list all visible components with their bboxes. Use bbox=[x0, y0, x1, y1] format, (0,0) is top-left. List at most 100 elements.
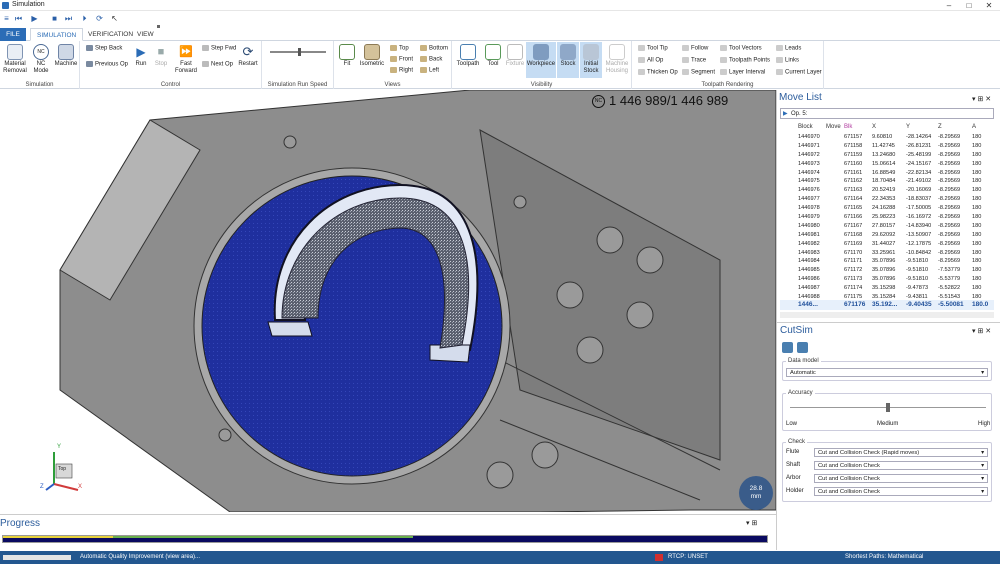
layer-interval-button[interactable]: Layer Interval bbox=[720, 69, 765, 77]
column-header[interactable]: Block bbox=[798, 124, 813, 130]
restart-button[interactable]: ⟳ Restart bbox=[236, 44, 260, 68]
move-list-pin-icon[interactable]: ▾ ⊞ ✕ bbox=[972, 95, 991, 103]
table-row[interactable]: 1446981 671168 29.62092 -13.50907 -8.29569 18… bbox=[780, 231, 994, 240]
menu-icon[interactable]: ≡ bbox=[1, 13, 12, 24]
table-row[interactable]: 1446970 671157 9.60810 -28.14264 -8.29569 180 bbox=[780, 133, 994, 142]
check-dropdown[interactable]: Cut and Collision Check (Rapid moves) ▾ bbox=[814, 448, 988, 457]
segment-button[interactable]: Segment bbox=[682, 69, 715, 77]
pointer-icon[interactable]: ↖ bbox=[109, 13, 120, 24]
move-list-current-row[interactable]: 1446... 671176 35.192... -9.40435 -5.50081 18… bbox=[780, 300, 994, 310]
fast-forward-button[interactable]: ⏩ Fast Forward bbox=[172, 44, 200, 75]
panel-pin-icon[interactable]: ▾ ⊞ bbox=[746, 519, 757, 527]
next-op-button[interactable]: Next Op bbox=[202, 61, 233, 69]
tool-button[interactable]: Tool bbox=[483, 44, 503, 68]
table-row[interactable]: 1446986 671173 35.07896 -9.51810 -5.53779 180 bbox=[780, 275, 994, 284]
maximize-button[interactable]: □ bbox=[960, 0, 978, 11]
links-button[interactable]: Links bbox=[776, 57, 799, 65]
column-header[interactable]: X bbox=[872, 124, 876, 130]
leads-icon bbox=[776, 45, 783, 51]
toolpath-button[interactable]: Toolpath bbox=[454, 44, 482, 68]
load-settings-icon[interactable] bbox=[797, 342, 808, 353]
run-speed-thumb[interactable] bbox=[298, 48, 301, 56]
stock-button[interactable]: Stock bbox=[557, 42, 579, 78]
leads-button[interactable]: Leads bbox=[776, 45, 801, 53]
workpiece-button[interactable]: Workpiece bbox=[526, 42, 556, 78]
table-row[interactable]: 1446984 671171 35.07896 -9.51810 -8.29569 180 bbox=[780, 257, 994, 266]
table-row[interactable]: 1446982 671169 31.44027 -12.17875 -8.29569 18… bbox=[780, 240, 994, 249]
trace-button[interactable]: Trace bbox=[682, 57, 706, 65]
table-row[interactable]: 1446980 671167 27.80157 -14.83940 -8.29569 18… bbox=[780, 222, 994, 231]
table-row[interactable]: 1446974 671161 16.88549 -22.82134 -8.29569 18… bbox=[780, 169, 994, 178]
thicken-op-button[interactable]: Thicken Op bbox=[638, 69, 678, 77]
step-fwd-button[interactable]: Step Fwd bbox=[202, 45, 236, 53]
current-layer-button[interactable]: Current Layer bbox=[776, 69, 822, 77]
column-header[interactable]: Blk bbox=[844, 124, 852, 130]
move-list-rows[interactable]: 1446970 671157 9.60810 -28.14264 -8.29569 180… bbox=[780, 133, 994, 305]
table-row[interactable]: 1446973 671160 15.06614 -24.15167 -8.29569 18… bbox=[780, 160, 994, 169]
data-model-dropdown[interactable]: Automatic ▾ bbox=[786, 368, 988, 377]
operation-selector[interactable]: ▶ Op. 5: bbox=[780, 108, 994, 119]
next-icon[interactable]: ⏵ bbox=[79, 13, 90, 24]
view-triad[interactable]: Top Y X Z bbox=[40, 444, 90, 494]
simulation-viewport[interactable]: Top Y X Z bbox=[0, 90, 776, 512]
all-op-button[interactable]: All Op bbox=[638, 57, 663, 65]
bottom-view-button[interactable]: Bottom bbox=[420, 45, 448, 53]
tab-file[interactable]: FILE bbox=[0, 28, 26, 41]
tool-tip-button[interactable]: Tool Tip bbox=[638, 45, 668, 53]
restart-icon[interactable]: ⟳ bbox=[94, 13, 105, 24]
stop-icon[interactable]: ■ bbox=[49, 13, 60, 24]
table-row[interactable]: 1446972 671159 13.24680 -25.48199 -8.29569 18… bbox=[780, 151, 994, 160]
minimize-button[interactable]: – bbox=[940, 0, 958, 11]
run-button[interactable]: ▶ Run bbox=[132, 44, 150, 68]
material-removal-button[interactable]: Material Removal bbox=[2, 44, 28, 75]
table-cell: 9.60810 bbox=[872, 134, 893, 140]
table-cell: 671172 bbox=[844, 267, 863, 274]
check-dropdown[interactable]: Cut and Collision Check ▾ bbox=[814, 461, 988, 470]
top-view-button[interactable]: Top bbox=[390, 45, 409, 53]
step-back-button[interactable]: Step Back bbox=[86, 45, 122, 53]
table-row[interactable]: 1446983 671170 33.25961 -10.84842 -8.29569 18… bbox=[780, 249, 994, 258]
table-row[interactable]: 1446976 671163 20.52419 -20.16069 -8.29569 18… bbox=[780, 186, 994, 195]
accuracy-slider-thumb[interactable] bbox=[886, 403, 890, 412]
toolpath-points-button[interactable]: Toolpath Points bbox=[720, 57, 770, 65]
isometric-button[interactable]: Isometric bbox=[358, 44, 386, 68]
table-cell: 180 bbox=[972, 142, 982, 149]
fast-forward-icon[interactable]: ⏭ bbox=[63, 13, 74, 24]
table-row[interactable]: 1446975 671162 18.70484 -21.49102 -8.29569 18… bbox=[780, 177, 994, 186]
tab-view[interactable]: VIEW bbox=[131, 28, 160, 41]
machine-housing-button[interactable]: Machine Housing bbox=[603, 44, 631, 75]
table-row[interactable]: 1446971 671158 11.42745 -26.81231 -8.29569 18… bbox=[780, 142, 994, 151]
column-header[interactable]: Move bbox=[826, 124, 841, 130]
machine-button[interactable]: Machine bbox=[53, 44, 79, 68]
rewind-icon[interactable]: ⏮ bbox=[13, 13, 24, 24]
close-button[interactable]: ✕ bbox=[980, 0, 998, 11]
table-row[interactable]: 1446978 671165 24.16288 -17.50005 -8.29569 18… bbox=[780, 204, 994, 213]
cutsim-pin-icon[interactable]: ▾ ⊞ ✕ bbox=[972, 327, 991, 335]
zoom-badge[interactable]: 28.8 mm bbox=[739, 476, 773, 510]
previous-op-button[interactable]: Previous Op bbox=[86, 61, 128, 69]
column-header[interactable]: Z bbox=[938, 124, 942, 130]
nc-mode-button[interactable]: NC NC Mode bbox=[30, 44, 52, 75]
table-row[interactable]: 1446979 671166 25.98223 -16.16972 -8.29569 18… bbox=[780, 213, 994, 222]
fit-button[interactable]: Fit bbox=[338, 44, 356, 68]
play-icon[interactable]: ▶ bbox=[29, 13, 40, 24]
column-header[interactable]: A bbox=[972, 124, 976, 130]
tool-vectors-button[interactable]: Tool Vectors bbox=[720, 45, 762, 53]
front-view-button[interactable]: Front bbox=[390, 56, 413, 64]
back-view-button[interactable]: Back bbox=[420, 56, 442, 64]
initial-stock-button[interactable]: Initial Stock bbox=[580, 42, 602, 78]
column-header[interactable]: Y bbox=[906, 124, 910, 130]
table-row[interactable]: 1446987 671174 35.15298 -9.47873 -5.52822 180 bbox=[780, 284, 994, 293]
right-view-button[interactable]: Right bbox=[390, 67, 413, 75]
table-row[interactable]: 1446977 671164 22.34353 -18.83037 -8.29569 18… bbox=[780, 195, 994, 204]
fixture-button[interactable]: Fixture bbox=[504, 44, 526, 68]
check-dropdown[interactable]: Cut and Collision Check ▾ bbox=[814, 487, 988, 496]
save-settings-icon[interactable] bbox=[782, 342, 793, 353]
table-row[interactable]: 1446985 671172 35.07896 -9.51810 -7.53779 180 bbox=[780, 266, 994, 275]
follow-button[interactable]: Follow bbox=[682, 45, 708, 53]
check-dropdown[interactable]: Cut and Collision Check ▾ bbox=[814, 474, 988, 483]
left-view-button[interactable]: Left bbox=[420, 67, 439, 75]
move-list-scrollbar[interactable] bbox=[780, 312, 994, 318]
tab-simulation[interactable]: SIMULATION bbox=[30, 28, 84, 41]
stop-button[interactable]: ■ Stop bbox=[152, 44, 170, 68]
